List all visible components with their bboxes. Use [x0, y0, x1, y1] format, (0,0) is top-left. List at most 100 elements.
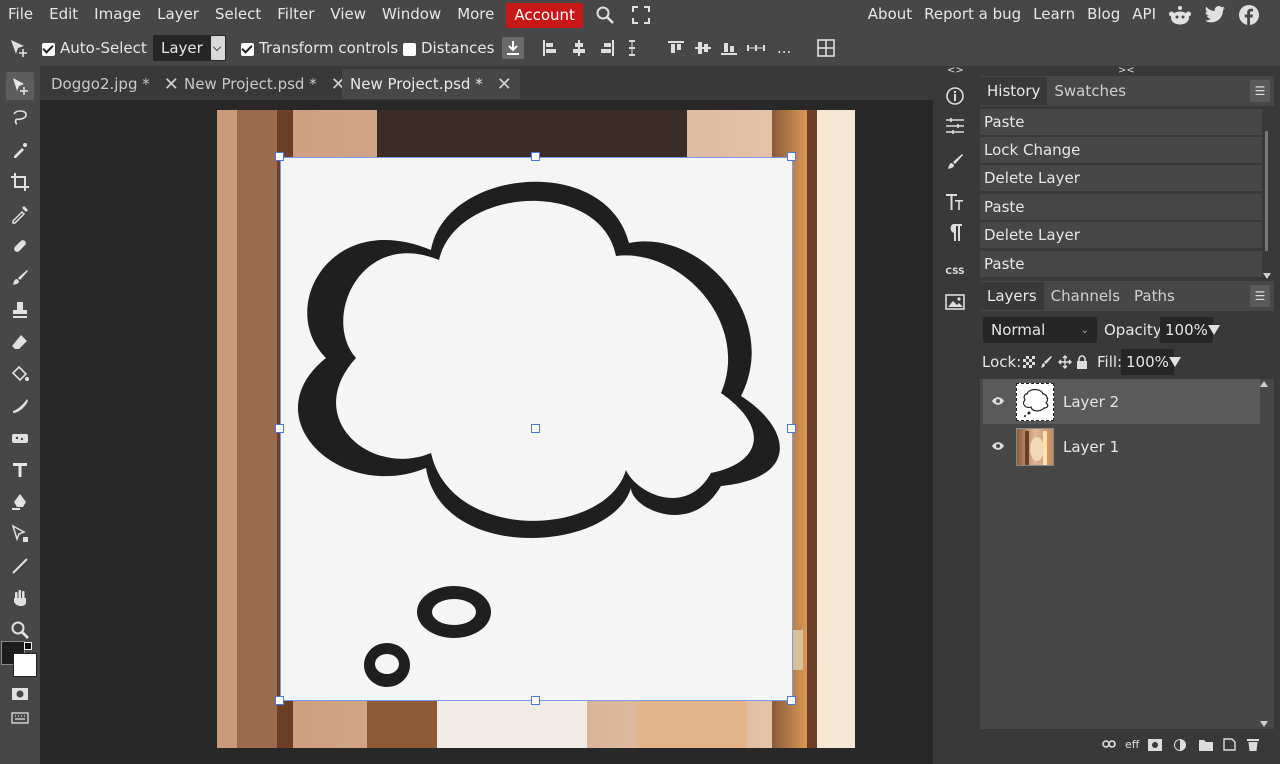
menu-view[interactable]: View	[322, 0, 374, 30]
tab-swatches[interactable]: Swatches	[1047, 77, 1133, 105]
transform-handle-right[interactable]	[787, 424, 796, 433]
transform-handle-top[interactable]	[531, 152, 540, 161]
tab-layers[interactable]: Layers	[980, 282, 1044, 310]
fill-dropdown-icon[interactable]	[1169, 357, 1181, 367]
menu-edit[interactable]: Edit	[41, 0, 86, 30]
effects-icon[interactable]: eff	[1125, 738, 1139, 751]
lock-all-icon[interactable]	[1076, 355, 1088, 369]
align-right-icon[interactable]	[600, 40, 614, 56]
visibility-eye-icon[interactable]	[983, 395, 1013, 409]
folder-icon[interactable]	[1199, 739, 1213, 751]
character-icon[interactable]	[935, 186, 975, 218]
layers-scrollbar[interactable]	[1260, 379, 1268, 729]
menu-window[interactable]: Window	[374, 0, 449, 30]
account-button[interactable]: Account	[506, 2, 583, 28]
transform-controls-checkbox[interactable]	[241, 42, 254, 56]
link-about[interactable]: About	[862, 0, 918, 30]
line-icon[interactable]	[6, 552, 34, 580]
distribute-v-icon[interactable]	[747, 43, 765, 53]
tab-doggo2[interactable]: Doggo2.jpg * ✕	[51, 69, 179, 99]
auto-select-option[interactable]: Auto-Select	[42, 39, 147, 57]
fill-input[interactable]: 100%	[1121, 349, 1174, 375]
transform-handle-center[interactable]	[531, 424, 540, 433]
transform-handle-left[interactable]	[275, 424, 284, 433]
history-item[interactable]: Delete Layer	[980, 222, 1262, 249]
link-icon[interactable]	[1102, 740, 1116, 748]
facebook-icon[interactable]	[1232, 0, 1266, 30]
quick-select-icon[interactable]	[6, 136, 34, 164]
transform-controls-option[interactable]: Transform controls	[241, 39, 398, 57]
link-blog[interactable]: Blog	[1081, 0, 1126, 30]
background-color-swatch[interactable]	[13, 653, 37, 677]
history-menu-icon[interactable]: ☰	[1250, 80, 1270, 102]
history-item[interactable]: Lock Change	[980, 137, 1262, 164]
history-scrollbar[interactable]	[1263, 109, 1271, 279]
menu-select[interactable]: Select	[207, 0, 269, 30]
menu-image[interactable]: Image	[86, 0, 149, 30]
layer-row-layer-1[interactable]: Layer 1	[983, 424, 1263, 469]
menu-filter[interactable]: Filter	[269, 0, 322, 30]
css-icon[interactable]: CSS	[935, 256, 975, 288]
move-icon[interactable]	[6, 72, 34, 100]
blend-mode-select[interactable]: Normal ⌄	[983, 317, 1097, 343]
history-item[interactable]: Paste	[980, 194, 1262, 221]
move-tool-icon[interactable]	[9, 38, 31, 58]
fill-icon[interactable]	[6, 360, 34, 388]
twitter-icon[interactable]	[1198, 0, 1232, 30]
link-api[interactable]: API	[1126, 0, 1162, 30]
transform-handle-top-left[interactable]	[275, 152, 284, 161]
align-top-icon[interactable]	[668, 41, 684, 55]
transform-handle-bottom-right[interactable]	[787, 696, 796, 705]
link-learn[interactable]: Learn	[1027, 0, 1081, 30]
auto-select-checkbox[interactable]	[42, 42, 55, 56]
distribute-h-icon[interactable]	[627, 40, 637, 56]
adjustments-icon[interactable]	[935, 110, 975, 142]
more-options[interactable]: ...	[777, 39, 791, 57]
align-middle-icon[interactable]	[695, 41, 711, 55]
distances-option[interactable]: Distances	[403, 39, 494, 57]
history-item[interactable]: Paste	[980, 109, 1262, 136]
hand-icon[interactable]	[6, 584, 34, 612]
align-bottom-icon[interactable]	[721, 41, 737, 55]
new-layer-icon[interactable]	[1223, 738, 1236, 751]
layers-menu-icon[interactable]: ☰	[1250, 285, 1270, 307]
lock-paint-icon[interactable]	[1041, 355, 1053, 369]
link-report-bug[interactable]: Report a bug	[918, 0, 1027, 30]
search-icon[interactable]	[587, 0, 623, 30]
sponge-icon[interactable]	[6, 424, 34, 452]
tab-history[interactable]: History	[980, 77, 1048, 105]
tab-new-project-2[interactable]: New Project.psd * ✕	[342, 69, 520, 99]
eraser-icon[interactable]	[6, 328, 34, 356]
transform-handle-bottom-left[interactable]	[275, 696, 284, 705]
reddit-icon[interactable]	[1162, 0, 1198, 30]
mask-icon[interactable]	[1148, 739, 1162, 751]
zoom-icon[interactable]	[6, 616, 34, 644]
transform-handle-top-right[interactable]	[787, 152, 796, 161]
healing-icon[interactable]	[6, 232, 34, 260]
text-icon[interactable]	[6, 456, 34, 484]
target-select[interactable]: Layer	[153, 35, 226, 61]
lasso-icon[interactable]	[6, 104, 34, 132]
menu-layer[interactable]: Layer	[149, 0, 207, 30]
brush-icon[interactable]	[6, 264, 34, 292]
history-item[interactable]: Delete Layer	[980, 165, 1262, 192]
grid-icon[interactable]	[817, 39, 835, 57]
visibility-eye-icon[interactable]	[983, 440, 1013, 454]
align-left-icon[interactable]	[543, 40, 557, 56]
menu-more[interactable]: More	[449, 0, 502, 30]
transform-handle-bottom[interactable]	[531, 696, 540, 705]
opacity-dropdown-icon[interactable]	[1208, 325, 1220, 335]
collapse-right-icon[interactable]: ><	[1118, 65, 1135, 76]
trash-icon[interactable]	[1247, 738, 1259, 751]
chevron-down-icon[interactable]	[210, 36, 225, 60]
tab-channels[interactable]: Channels	[1044, 282, 1127, 310]
tab-paths[interactable]: Paths	[1127, 282, 1182, 310]
lock-transparency-icon[interactable]	[1023, 356, 1035, 368]
download-icon[interactable]	[502, 37, 524, 59]
close-icon[interactable]: ✕	[497, 74, 512, 95]
align-center-h-icon[interactable]	[572, 40, 586, 56]
pen-icon[interactable]	[6, 488, 34, 516]
image-icon[interactable]	[935, 286, 975, 318]
smudge-icon[interactable]	[6, 392, 34, 420]
history-item[interactable]: Paste	[980, 251, 1262, 278]
